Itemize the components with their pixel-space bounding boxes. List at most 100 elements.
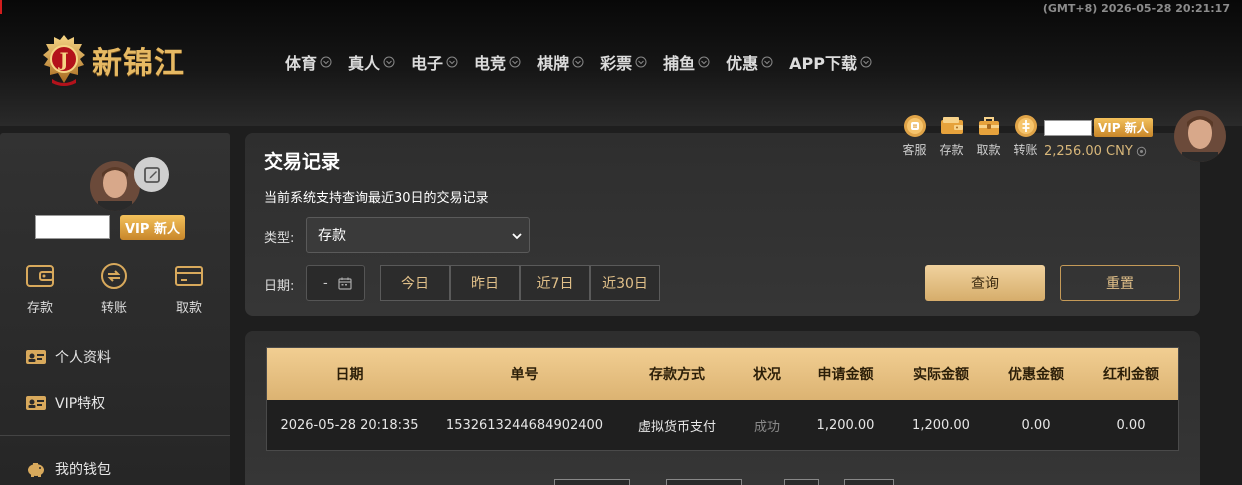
type-select[interactable]: 存款 <box>306 217 530 253</box>
briefcase-icon <box>978 117 999 135</box>
toolbar-withdraw-button[interactable]: 取款 <box>970 114 1007 158</box>
edit-profile-button[interactable] <box>134 157 169 192</box>
nav-cards[interactable]: 棋牌 <box>537 50 584 74</box>
chevron-down-icon <box>509 56 521 68</box>
vip-badge: VIP 新人 <box>120 215 185 240</box>
date-range-input[interactable]: - <box>306 265 365 301</box>
sidebar-item-label: VIP特权 <box>55 396 106 412</box>
vip-badge: VIP 新人 <box>1094 118 1153 137</box>
quick-withdraw[interactable]: 取款 <box>164 261 214 316</box>
cell-date: 2026-05-28 20:18:35 <box>280 417 419 433</box>
balance-display: 2,256.00 CNY <box>1044 144 1159 159</box>
avatar[interactable] <box>90 161 140 211</box>
nav-label: 电子 <box>411 54 444 73</box>
coin-transfer-icon <box>1014 115 1037 137</box>
col-actual-amount: 实际金额 <box>913 367 969 383</box>
customer-service-button[interactable]: 客服 <box>896 114 933 158</box>
toolbar-transfer-button[interactable]: 转账 <box>1007 114 1044 158</box>
nav-label: 棋牌 <box>537 54 570 73</box>
nav-label: 真人 <box>348 54 381 73</box>
date-label: 日期: <box>264 279 295 294</box>
nav-live[interactable]: 真人 <box>348 50 395 74</box>
col-promo-amount: 优惠金额 <box>1008 367 1064 383</box>
username-field <box>35 215 110 239</box>
account-toolbar: 客服 存款 取款 转账 <box>896 114 1044 158</box>
chevron-down-icon <box>320 56 332 68</box>
id-card-icon <box>26 350 46 364</box>
nav-lottery[interactable]: 彩票 <box>600 50 647 74</box>
nav-label: 优惠 <box>726 54 759 73</box>
cell-promo-amount: 0.00 <box>1021 417 1051 433</box>
quick-deposit-label: 存款 <box>26 301 53 316</box>
range-yesterday-button[interactable]: 昨日 <box>450 265 520 301</box>
cell-actual-amount: 1,200.00 <box>912 417 970 433</box>
refresh-icon[interactable] <box>1136 146 1147 157</box>
card-icon <box>175 266 203 286</box>
col-bonus-amount: 红利金额 <box>1103 367 1159 383</box>
tool-label: 转账 <box>1013 143 1038 157</box>
sidebar-divider <box>0 435 230 436</box>
nav-slots[interactable]: 电子 <box>411 50 458 74</box>
svg-text:J: J <box>58 49 69 71</box>
chevron-down-icon <box>635 56 647 68</box>
col-request-amount: 申请金额 <box>817 367 874 383</box>
site-logo[interactable]: J 新锦江 <box>38 30 185 90</box>
edit-icon <box>143 166 160 183</box>
nav-label: 电竞 <box>474 54 507 73</box>
nav-sports[interactable]: 体育 <box>285 50 332 74</box>
headset-icon <box>903 115 926 137</box>
date-quick-range: 今日 昨日 近7日 近30日 <box>380 265 660 301</box>
tool-label: 存款 <box>939 143 964 157</box>
chevron-down-icon <box>446 56 458 68</box>
pagination-go[interactable] <box>844 479 894 485</box>
nav-label: 捕鱼 <box>663 54 696 73</box>
sidebar-item-vip[interactable]: VIP特权 <box>25 393 105 413</box>
transaction-table-panel: 日期 单号 存款方式 状况 申请金额 实际金额 优惠金额 红利金额 2026-0… <box>245 331 1200 485</box>
page-title: 交易记录 <box>264 151 341 173</box>
username-field <box>1044 119 1092 136</box>
reset-button[interactable]: 重置 <box>1060 265 1180 301</box>
avatar-image <box>90 161 140 211</box>
server-time: (GMT+8) 2026-05-28 20:21:17 <box>1042 2 1230 15</box>
quick-transfer-label: 转账 <box>100 301 127 316</box>
nav-app-download[interactable]: APP下载 <box>789 50 872 74</box>
table-row: 2026-05-28 20:18:35 1532613244684902400 … <box>267 400 1178 450</box>
logo-text: 新锦江 <box>92 46 185 81</box>
sidebar-item-wallet[interactable]: 我的钱包 <box>25 459 111 479</box>
range-30days-button[interactable]: 近30日 <box>590 265 660 301</box>
quick-withdraw-label: 取款 <box>175 301 202 316</box>
wallet-icon <box>940 117 963 134</box>
pagination-page-input[interactable] <box>784 479 819 485</box>
logo-shield-icon: J <box>43 35 85 86</box>
nav-promotions[interactable]: 优惠 <box>726 50 773 74</box>
transaction-table: 日期 单号 存款方式 状况 申请金额 实际金额 优惠金额 红利金额 2026-0… <box>266 347 1179 451</box>
nav-esports[interactable]: 电竞 <box>474 50 521 74</box>
toolbar-deposit-button[interactable]: 存款 <box>933 114 970 158</box>
range-7days-button[interactable]: 近7日 <box>520 265 590 301</box>
pagination-prev[interactable] <box>554 479 630 485</box>
user-summary: VIP 新人 2,256.00 CNY <box>1044 117 1159 159</box>
site-header: (GMT+8) 2026-05-28 20:21:17 J 新锦江 体育 真人 … <box>0 0 1242 126</box>
header-avatar[interactable] <box>1174 110 1226 162</box>
quick-transfer[interactable]: 转账 <box>89 261 139 316</box>
range-today-button[interactable]: 今日 <box>380 265 450 301</box>
tool-label: 客服 <box>902 143 927 157</box>
tool-label: 取款 <box>976 143 1001 157</box>
chevron-down-icon <box>860 56 872 68</box>
chevron-down-icon <box>383 56 395 68</box>
cell-status: 成功 <box>753 419 780 435</box>
corner-mark <box>0 0 2 14</box>
chevron-down-icon <box>572 56 584 68</box>
cell-request-amount: 1,200.00 <box>816 417 875 433</box>
chevron-down-icon <box>698 56 710 68</box>
piggy-bank-icon <box>28 463 44 477</box>
cell-bonus-amount: 0.00 <box>1116 417 1146 433</box>
type-label: 类型: <box>264 231 295 246</box>
cell-method: 虚拟货币支付 <box>637 419 716 435</box>
sidebar-item-profile[interactable]: 个人资料 <box>25 347 111 367</box>
query-button[interactable]: 查询 <box>925 265 1045 301</box>
date-range-value: - <box>323 275 328 291</box>
nav-fishing[interactable]: 捕鱼 <box>663 50 710 74</box>
quick-deposit[interactable]: 存款 <box>15 261 65 316</box>
pagination-select[interactable] <box>666 479 742 485</box>
